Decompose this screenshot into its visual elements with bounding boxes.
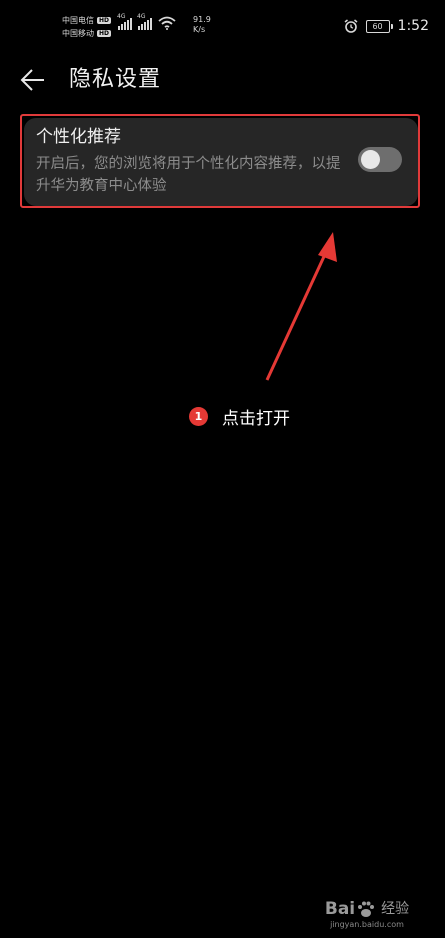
title-bar: 隐私设置 (0, 58, 445, 102)
signal-icon: 4G (137, 13, 152, 30)
carrier-2-label: 中国移动 (62, 29, 94, 38)
network-speed: 91.9 K/s (193, 15, 211, 35)
personalized-recommendation-toggle[interactable] (358, 147, 402, 172)
signal-icon: 4G (117, 13, 132, 30)
setting-title: 个性化推荐 (36, 127, 121, 147)
toggle-knob (361, 150, 380, 169)
step-annotation: 1 点击打开 (189, 404, 290, 429)
arrow-left-icon[interactable] (20, 68, 46, 92)
page-title: 隐私设置 (69, 67, 162, 92)
paw-icon (358, 901, 375, 917)
battery-icon: 60 (365, 19, 393, 33)
step-number-badge: 1 (189, 407, 208, 426)
setting-item-personalized-recommendation[interactable]: 个性化推荐 开启后，您的浏览将用于个性化内容推荐，以提升华为教育中心体验 (24, 118, 418, 206)
alarm-icon (344, 19, 358, 33)
status-right-group: 60 1:52 (344, 18, 429, 34)
network-speed-value: 91.9 (193, 15, 211, 24)
watermark-logo: Bai 经验 (317, 898, 417, 920)
status-bar: 中国电信 HD 中国移动 HD 4G 4G 91.9 K/s 60 1:52 (0, 0, 445, 54)
step-instruction: 点击打开 (222, 409, 290, 429)
watermark-logo-text-2: 经验 (381, 901, 410, 917)
hd-badge-1: HD (97, 17, 112, 24)
wifi-icon (158, 16, 176, 30)
carrier-1-label: 中国电信 (62, 16, 94, 25)
hd-badge-2: HD (97, 30, 112, 37)
signal-tag-1: 4G (117, 13, 126, 20)
watermark-url: jingyan.baidu.com (330, 920, 404, 929)
status-time: 1:52 (397, 18, 429, 34)
signal-tag-2: 4G (137, 13, 146, 20)
carrier-info: 中国电信 HD 中国移动 HD (62, 14, 112, 40)
network-speed-unit: K/s (193, 25, 206, 34)
watermark-logo-text-1: Bai (324, 899, 356, 919)
baidu-jingyan-watermark: Bai 经验 jingyan.baidu.com (317, 898, 417, 930)
signal-indicators: 4G 4G (117, 13, 176, 30)
setting-description: 开启后，您的浏览将用于个性化内容推荐，以提升华为教育中心体验 (36, 156, 341, 194)
battery-level: 60 (372, 21, 383, 31)
